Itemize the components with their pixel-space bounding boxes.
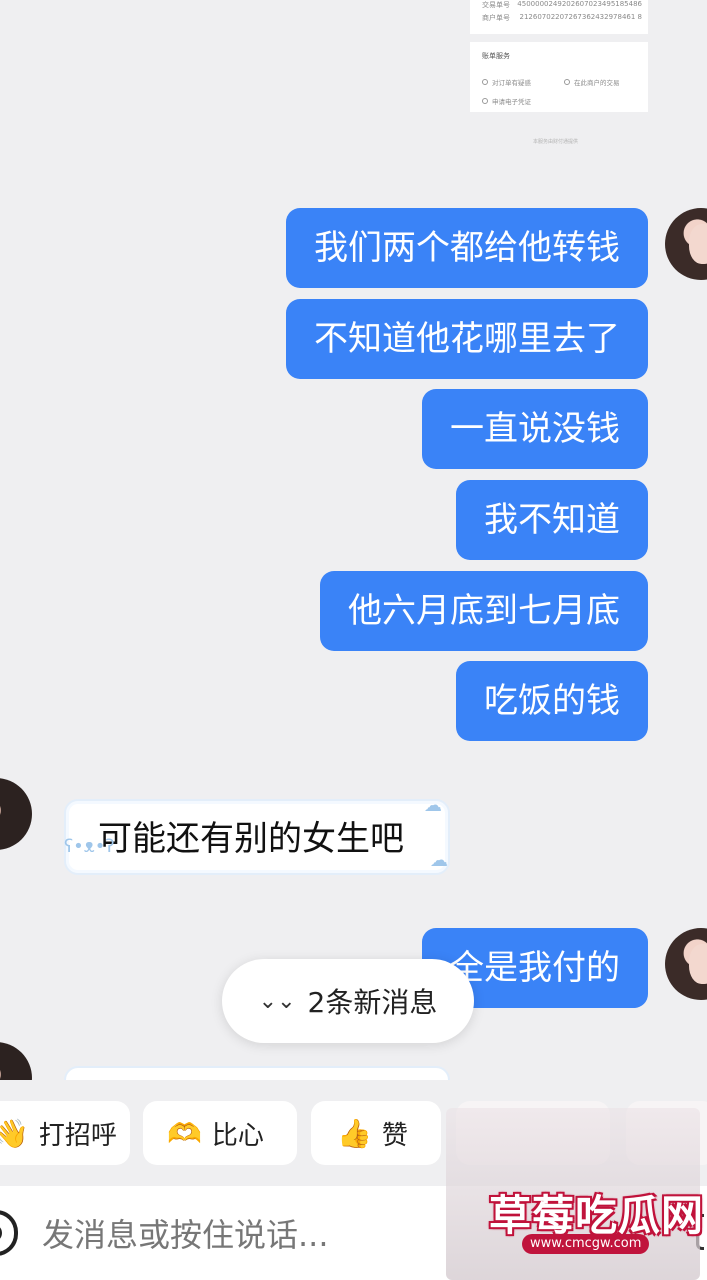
quick-reply-label: 赞 <box>381 1120 408 1151</box>
quick-reply-label: 比心 <box>211 1120 264 1151</box>
receipt-row-label: 商户单号 <box>482 14 510 22</box>
new-messages-button[interactable]: ⌄⌄ 2条新消息 <box>222 959 474 1043</box>
receipt-row-merchant-id: 商户单号 21260702207267362432978461 8 <box>482 13 642 23</box>
payment-receipt-card[interactable]: 交易单号 4500000249202607023495185486 商户单号 2… <box>470 0 648 112</box>
document-icon <box>482 98 488 104</box>
quick-reply-label: 打招呼 <box>38 1120 117 1151</box>
cloud-decoration-icon: ☁ <box>424 795 442 816</box>
message-bubble-sent[interactable]: 不知道他花哪里去了 <box>286 299 648 379</box>
quick-reply-like[interactable]: 👍 赞 <box>311 1101 441 1165</box>
message-bubble-sent[interactable]: 我们两个都给他转钱 <box>286 208 648 288</box>
receipt-service-merchant-transactions[interactable]: 在此商户的交易 <box>564 77 620 87</box>
message-bubble-sent[interactable]: 他六月底到七月底 <box>320 571 648 651</box>
store-icon <box>564 79 570 85</box>
receipt-section-title: 账单服务 <box>482 52 510 60</box>
avatar-face <box>689 944 707 984</box>
watermark-url: www.cmcgw.com <box>522 1234 650 1254</box>
thumbs-up-icon: 👍 <box>337 1116 372 1150</box>
chat-screen: 交易单号 4500000249202607023495185486 商户单号 2… <box>0 0 707 1280</box>
receipt-divider <box>470 34 648 42</box>
self-avatar[interactable] <box>665 928 707 1000</box>
receipt-footer: 本服务由财付通提供 <box>533 139 579 145</box>
contact-avatar[interactable] <box>0 778 32 850</box>
receipt-row-transaction-id: 交易单号 4500000249202607023495185486 <box>482 0 642 10</box>
voice-icon[interactable] <box>0 1210 18 1256</box>
receipt-service-e-voucher[interactable]: 申请电子凭证 <box>482 96 531 106</box>
quick-reply-heart[interactable]: 🫶 比心 <box>143 1101 297 1165</box>
receipt-row-label: 交易单号 <box>482 1 510 9</box>
wave-hand-icon: 👋 <box>0 1116 29 1150</box>
message-bubble-sent[interactable]: 一直说没钱 <box>422 389 648 469</box>
bear-decoration-icon: ʕ•ᴥ•ʔ <box>64 836 115 857</box>
receipt-row-value: 4500000249202607023495185486 <box>517 0 642 8</box>
quick-reply-greet[interactable]: 👋 打招呼 <box>0 1101 130 1165</box>
receipt-row-value: 21260702207267362432978461 8 <box>519 13 642 21</box>
message-input[interactable]: 发消息或按住说话... <box>42 1210 329 1256</box>
avatar-face <box>689 224 707 264</box>
heart-hands-icon: 🫶 <box>167 1116 202 1150</box>
message-bubble-sent[interactable]: 我不知道 <box>456 480 648 560</box>
self-avatar[interactable] <box>665 208 707 280</box>
cloud-decoration-icon: ☁ <box>430 850 448 871</box>
chevron-double-down-icon: ⌄⌄ <box>258 988 296 1014</box>
message-bubble-sent[interactable]: 吃饭的钱 <box>456 661 648 741</box>
new-messages-label: 2条新消息 <box>307 986 438 1019</box>
question-icon <box>482 79 488 85</box>
message-bubble-received[interactable]: 可能还有别的女生吧 <box>64 799 450 875</box>
receipt-service-order-question[interactable]: 对订单有疑惑 <box>482 77 531 87</box>
